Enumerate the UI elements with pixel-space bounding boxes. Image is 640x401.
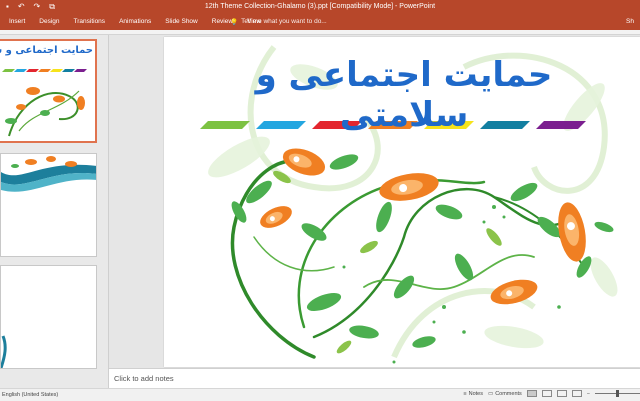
slideshow-view-icon[interactable]	[571, 390, 582, 397]
tab-slide-show[interactable]: Slide Show	[158, 18, 205, 25]
thumb-bar-1	[2, 69, 15, 72]
tell-me-box[interactable]: 💡 Tell me what you want to do...	[230, 18, 327, 26]
ribbon-tabs: Insert Design Transitions Animations Sli…	[0, 14, 640, 30]
language-indicator[interactable]: English (United States)	[2, 392, 58, 398]
thumb-1-art	[2, 69, 87, 137]
thumb-bar-5	[50, 69, 63, 72]
slide-editor: حمایت اجتماعی و سلامتی	[109, 35, 640, 368]
tab-transitions[interactable]: Transitions	[67, 18, 113, 25]
lightbulb-icon: 💡	[230, 19, 239, 26]
tab-animations[interactable]: Animations	[112, 18, 158, 25]
title-bar: ▪ ↶ ↷ ⧉ 12th Theme Collection-Ghalamo (3…	[0, 0, 640, 14]
slide-thumbnail-1[interactable]: حمایت اجتماعی و س	[0, 39, 97, 143]
slide-thumbnail-3[interactable]	[0, 265, 97, 369]
notes-button[interactable]: ≡ Notes	[463, 391, 483, 397]
thumb-bar-2	[14, 69, 27, 72]
zoom-out-icon[interactable]: −	[587, 391, 590, 397]
notes-placeholder: Click to add notes	[114, 374, 174, 383]
thumb-3-art	[1, 335, 7, 368]
tell-me-text: Tell me what you want to do...	[241, 18, 327, 25]
slide-thumbnail-2[interactable]	[0, 153, 97, 257]
zoom-slider[interactable]	[595, 390, 640, 397]
thumb-bar-7	[74, 69, 87, 72]
share-button[interactable]: Sh	[626, 18, 634, 25]
notes-pane[interactable]: Click to add notes	[109, 368, 640, 389]
slide-sorter-icon[interactable]	[541, 390, 552, 397]
notes-icon: ≡	[463, 390, 467, 397]
status-bar: English (United States) ≡ Notes ▭ Commen…	[0, 388, 640, 401]
comments-button[interactable]: ▭ Comments	[488, 391, 522, 397]
slide-thumbnail-pane[interactable]: حمایت اجتماعی و س	[0, 35, 109, 388]
tab-design[interactable]: Design	[32, 18, 66, 25]
slide-title[interactable]: حمایت اجتماعی و سلامتی	[194, 55, 614, 135]
thumb-2-art	[1, 156, 96, 192]
thumb-title: حمایت اجتماعی و س	[0, 45, 93, 56]
window-title: 12th Theme Collection-Ghalamo (3).ppt [C…	[204, 3, 436, 10]
thumb-bar-6	[62, 69, 75, 72]
thumb-bar-4	[38, 69, 51, 72]
comment-icon: ▭	[487, 390, 494, 397]
normal-view-icon[interactable]	[526, 390, 537, 397]
slide-canvas[interactable]: حمایت اجتماعی و سلامتی	[164, 37, 640, 367]
tab-insert[interactable]: Insert	[0, 18, 32, 25]
reading-view-icon[interactable]	[556, 390, 567, 397]
thumb-bar-3	[26, 69, 39, 72]
